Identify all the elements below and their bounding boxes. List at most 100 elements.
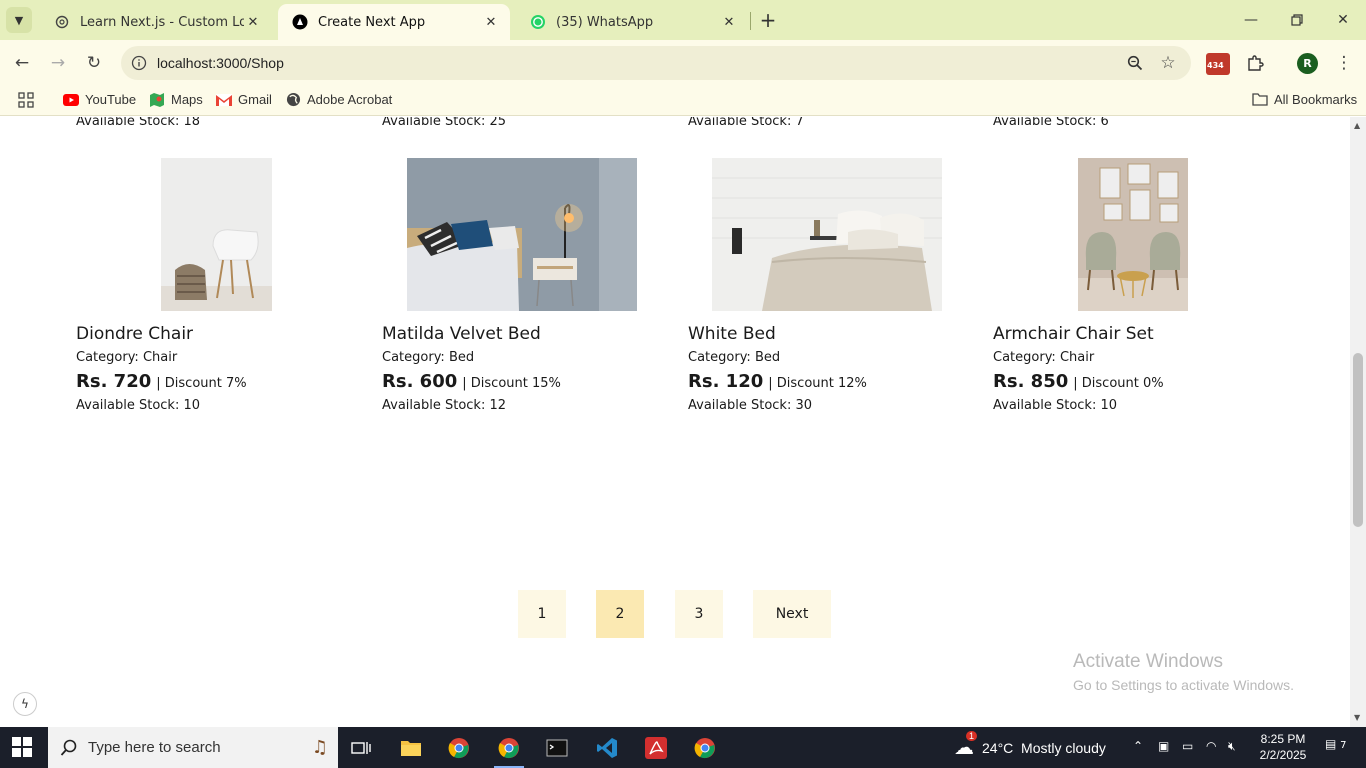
tab-search-button[interactable]: ▼ xyxy=(6,7,32,33)
close-icon[interactable]: ✕ xyxy=(482,13,500,31)
tab-create-next-app[interactable]: Create Next App ✕ xyxy=(278,4,510,40)
product-price: Rs. 850 xyxy=(993,371,1069,392)
wifi-icon[interactable]: ◠ xyxy=(1206,739,1216,753)
chevron-down-icon: ▼ xyxy=(14,13,24,27)
product-name[interactable]: Armchair Chair Set xyxy=(993,324,1273,344)
forward-button[interactable]: → xyxy=(44,49,72,77)
task-view-icon xyxy=(351,741,371,754)
globe-icon xyxy=(285,92,301,107)
product-category: Category: Chair xyxy=(76,350,178,365)
url-text[interactable]: localhost:3000/Shop xyxy=(157,55,284,71)
menu-button[interactable]: ⋮ xyxy=(1330,49,1358,77)
weather-widget[interactable]: ☁ 1 24°C Mostly cloudy xyxy=(954,727,1106,768)
chrome-button[interactable] xyxy=(436,727,482,768)
profile-avatar[interactable]: R xyxy=(1297,53,1318,74)
bookmark-star-button[interactable]: ☆ xyxy=(1154,49,1182,77)
terminal-button[interactable] xyxy=(534,727,580,768)
notification-center-button[interactable]: ▤ 7 xyxy=(1325,737,1347,751)
product-card[interactable]: White Bed Category: Bed Rs. 120 | Discou… xyxy=(688,158,968,413)
page-button-3[interactable]: 3 xyxy=(675,590,723,638)
acrobat-button[interactable] xyxy=(633,727,679,768)
folder-icon xyxy=(1252,93,1268,107)
chrome-alt-button[interactable] xyxy=(682,727,728,768)
taskbar-search-box[interactable]: Type here to search ♫ xyxy=(48,727,338,768)
product-stock: Available Stock: 12 xyxy=(382,398,507,413)
restore-button[interactable] xyxy=(1274,0,1320,40)
folder-icon xyxy=(401,740,421,756)
product-card[interactable]: Armchair Chair Set Category: Chair Rs. 8… xyxy=(993,158,1273,413)
task-view-button[interactable] xyxy=(338,727,384,768)
minimize-button[interactable]: — xyxy=(1228,0,1274,40)
weather-text: 24°C Mostly cloudy xyxy=(982,739,1106,756)
taskbar-clock[interactable]: 8:25 PM 2/2/2025 xyxy=(1250,731,1316,763)
product-image-bed[interactable] xyxy=(712,158,942,311)
apps-button[interactable] xyxy=(18,92,34,108)
vscode-button[interactable] xyxy=(584,727,630,768)
address-bar[interactable]: localhost:3000/Shop xyxy=(121,46,1191,80)
activate-windows-title: Activate Windows xyxy=(1073,651,1223,672)
nextjs-dev-indicator[interactable]: ϟ xyxy=(13,692,37,716)
start-button[interactable] xyxy=(12,737,34,759)
product-image-bed[interactable] xyxy=(407,158,637,311)
zoom-button[interactable] xyxy=(1121,49,1149,77)
close-icon[interactable]: ✕ xyxy=(720,13,738,31)
chevron-up-icon[interactable]: ⌃ xyxy=(1133,739,1143,753)
close-icon[interactable]: ✕ xyxy=(244,13,262,31)
bookmark-adobe-acrobat[interactable]: Adobe Acrobat xyxy=(285,92,392,107)
scroll-down-icon[interactable]: ▼ xyxy=(1354,713,1360,722)
next-page-button[interactable]: Next xyxy=(753,590,831,638)
activate-windows-subtitle: Go to Settings to activate Windows. xyxy=(1073,677,1294,693)
gmail-icon xyxy=(216,93,232,107)
tab-whatsapp[interactable]: (35) WhatsApp ✕ xyxy=(516,4,748,40)
page-button-1[interactable]: 1 xyxy=(518,590,566,638)
product-stock: Available Stock: 10 xyxy=(993,398,1118,413)
search-icon xyxy=(60,739,77,756)
previous-row-stock: Available Stock: 25 xyxy=(382,117,507,129)
page-scrollbar[interactable]: ▲ ▼ xyxy=(1350,117,1366,727)
previous-row-stock: Available Stock: 6 xyxy=(993,117,1109,129)
bookmark-gmail[interactable]: Gmail xyxy=(216,92,272,107)
weather-badge: 1 xyxy=(966,731,978,741)
clock-date: 2/2/2025 xyxy=(1259,748,1307,762)
bookmark-youtube[interactable]: YouTube xyxy=(63,92,136,107)
product-name[interactable]: White Bed xyxy=(688,324,968,344)
product-image-armchairs[interactable] xyxy=(1078,158,1188,311)
reload-button[interactable]: ↻ xyxy=(80,49,108,77)
product-discount: | Discount 15% xyxy=(462,376,561,391)
bookmark-maps[interactable]: Maps xyxy=(149,92,203,107)
shop-page: Available Stock: 18 Available Stock: 25 … xyxy=(0,117,1350,727)
battery-icon[interactable]: ▭ xyxy=(1182,739,1193,753)
tab-separator xyxy=(750,12,751,30)
extension-badge-count: 434 xyxy=(1207,61,1224,70)
bookmark-label: Adobe Acrobat xyxy=(307,92,393,107)
product-category: Category: Chair xyxy=(993,350,1095,365)
tab-learn-nextjs[interactable]: Learn Next.js - Custom Localhost ✕ xyxy=(40,4,272,40)
product-price: Rs. 600 xyxy=(382,371,458,392)
puzzle-icon xyxy=(1248,55,1264,71)
product-image-chair[interactable] xyxy=(161,158,272,311)
site-info-icon[interactable] xyxy=(121,55,157,71)
close-icon: ✕ xyxy=(1337,12,1349,28)
product-name[interactable]: Matilda Velvet Bed xyxy=(382,324,662,344)
product-card[interactable]: Diondre Chair Category: Chair Rs. 720 | … xyxy=(76,158,356,413)
back-button[interactable]: ← xyxy=(8,49,36,77)
notification-count: 7 xyxy=(1340,740,1347,751)
volume-muted-icon[interactable]: 🔇︎ xyxy=(1228,739,1236,754)
extensions-button[interactable] xyxy=(1241,49,1269,77)
scroll-up-icon[interactable]: ▲ xyxy=(1354,121,1360,130)
product-category: Category: Bed xyxy=(382,350,475,365)
new-tab-button[interactable]: + xyxy=(758,8,778,32)
chrome-profile-button[interactable] xyxy=(486,727,532,768)
close-window-button[interactable]: ✕ xyxy=(1320,0,1366,40)
product-card[interactable]: Matilda Velvet Bed Category: Bed Rs. 600… xyxy=(382,158,662,413)
extension-button[interactable]: 434 xyxy=(1206,53,1230,75)
file-explorer-button[interactable] xyxy=(388,727,434,768)
page-button-2[interactable]: 2 xyxy=(596,590,644,638)
meet-now-icon[interactable]: ▣ xyxy=(1158,739,1169,753)
taskbar-search-placeholder: Type here to search xyxy=(88,739,221,756)
scrollbar-thumb[interactable] xyxy=(1353,353,1363,527)
product-discount: | Discount 12% xyxy=(768,376,867,391)
product-name[interactable]: Diondre Chair xyxy=(76,324,356,344)
all-bookmarks-button[interactable]: All Bookmarks xyxy=(1252,92,1357,107)
plus-icon: + xyxy=(759,8,777,32)
